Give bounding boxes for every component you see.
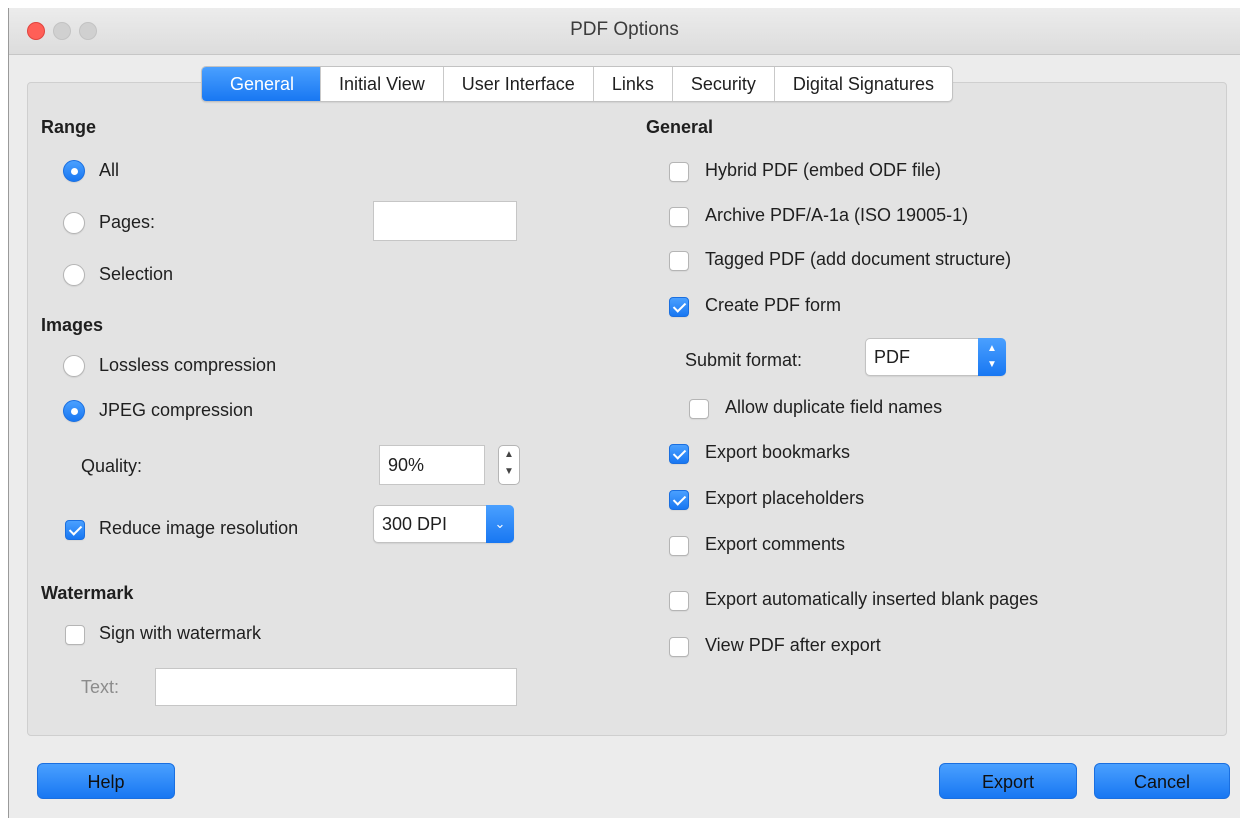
- quality-label: Quality:: [81, 456, 143, 476]
- submit-format-label: Submit format:: [685, 350, 803, 370]
- range-all-radio[interactable]: [63, 160, 85, 182]
- export-bookmarks-label[interactable]: Export bookmarks: [705, 442, 850, 463]
- resolution-dropdown[interactable]: 300 DPI ⌄: [373, 505, 514, 543]
- submit-format-dropdown[interactable]: PDF ▲ ▼: [865, 338, 1006, 376]
- tab-links[interactable]: Links: [594, 67, 673, 101]
- export-comments-label[interactable]: Export comments: [705, 534, 845, 555]
- reduce-resolution-label[interactable]: Reduce image resolution: [99, 518, 298, 539]
- tab-security[interactable]: Security: [673, 67, 775, 101]
- hybrid-pdf-checkbox[interactable]: [669, 162, 689, 182]
- window-title: PDF Options: [570, 19, 679, 40]
- chevron-down-icon[interactable]: ⌄: [486, 505, 514, 543]
- watermark-text-input[interactable]: [155, 668, 517, 706]
- range-selection-radio[interactable]: [63, 264, 85, 286]
- export-placeholders-label[interactable]: Export placeholders: [705, 488, 864, 509]
- stepper-up-icon[interactable]: ▲: [499, 446, 519, 463]
- create-pdf-form-checkbox[interactable]: [669, 297, 689, 317]
- submit-format-value: PDF: [874, 347, 910, 367]
- watermark-heading: Watermark: [41, 583, 134, 603]
- lossless-compression-radio[interactable]: [63, 355, 85, 377]
- tagged-pdf-label[interactable]: Tagged PDF (add document structure): [705, 249, 1011, 270]
- quality-input[interactable]: 90%: [379, 445, 485, 485]
- range-heading: Range: [41, 117, 97, 137]
- view-after-export-checkbox[interactable]: [669, 637, 689, 657]
- resolution-value: 300 DPI: [382, 514, 448, 534]
- range-selection-label[interactable]: Selection: [99, 264, 173, 285]
- range-pages-radio[interactable]: [63, 212, 85, 234]
- general-heading: General: [646, 117, 714, 137]
- cancel-button[interactable]: Cancel: [1094, 763, 1230, 799]
- pages-input[interactable]: [373, 201, 517, 241]
- view-after-export-label[interactable]: View PDF after export: [705, 635, 881, 656]
- export-bookmarks-checkbox[interactable]: [669, 444, 689, 464]
- export-blank-pages-label[interactable]: Export automatically inserted blank page…: [705, 589, 1038, 610]
- range-all-label[interactable]: All: [99, 160, 119, 181]
- pdf-options-dialog: PDF Options General Initial View User In…: [8, 8, 1240, 818]
- title-bar: PDF Options: [9, 8, 1240, 55]
- sign-watermark-checkbox[interactable]: [65, 625, 85, 645]
- reduce-resolution-checkbox[interactable]: [65, 520, 85, 540]
- tab-user-interface[interactable]: User Interface: [444, 67, 594, 101]
- watermark-text-label: Text:: [81, 677, 120, 697]
- hybrid-pdf-label[interactable]: Hybrid PDF (embed ODF file): [705, 160, 941, 181]
- tab-general[interactable]: General: [202, 67, 322, 101]
- up-down-chevron-icon[interactable]: ▲ ▼: [978, 338, 1006, 376]
- tab-digital-signatures[interactable]: Digital Signatures: [775, 67, 952, 101]
- export-button[interactable]: Export: [939, 763, 1077, 799]
- images-heading: Images: [41, 315, 104, 335]
- archive-pdf-label[interactable]: Archive PDF/A-1a (ISO 19005-1): [705, 205, 968, 226]
- stepper-down-icon[interactable]: ▼: [499, 463, 519, 480]
- export-comments-checkbox[interactable]: [669, 536, 689, 556]
- archive-pdf-checkbox[interactable]: [669, 207, 689, 227]
- export-blank-pages-checkbox[interactable]: [669, 591, 689, 611]
- lossless-compression-label[interactable]: Lossless compression: [99, 355, 276, 376]
- range-pages-label[interactable]: Pages:: [99, 212, 155, 233]
- tab-initial-view[interactable]: Initial View: [321, 67, 444, 101]
- jpeg-compression-label[interactable]: JPEG compression: [99, 400, 253, 421]
- export-placeholders-checkbox[interactable]: [669, 490, 689, 510]
- tab-bar: General Initial View User Interface Link…: [201, 66, 953, 102]
- allow-duplicate-names-checkbox[interactable]: [689, 399, 709, 419]
- tagged-pdf-checkbox[interactable]: [669, 251, 689, 271]
- allow-duplicate-names-label[interactable]: Allow duplicate field names: [725, 397, 942, 418]
- help-button[interactable]: Help: [37, 763, 175, 799]
- create-pdf-form-label[interactable]: Create PDF form: [705, 295, 841, 316]
- sign-watermark-label[interactable]: Sign with watermark: [99, 623, 261, 644]
- jpeg-compression-radio[interactable]: [63, 400, 85, 422]
- quality-stepper[interactable]: ▲ ▼: [498, 445, 520, 485]
